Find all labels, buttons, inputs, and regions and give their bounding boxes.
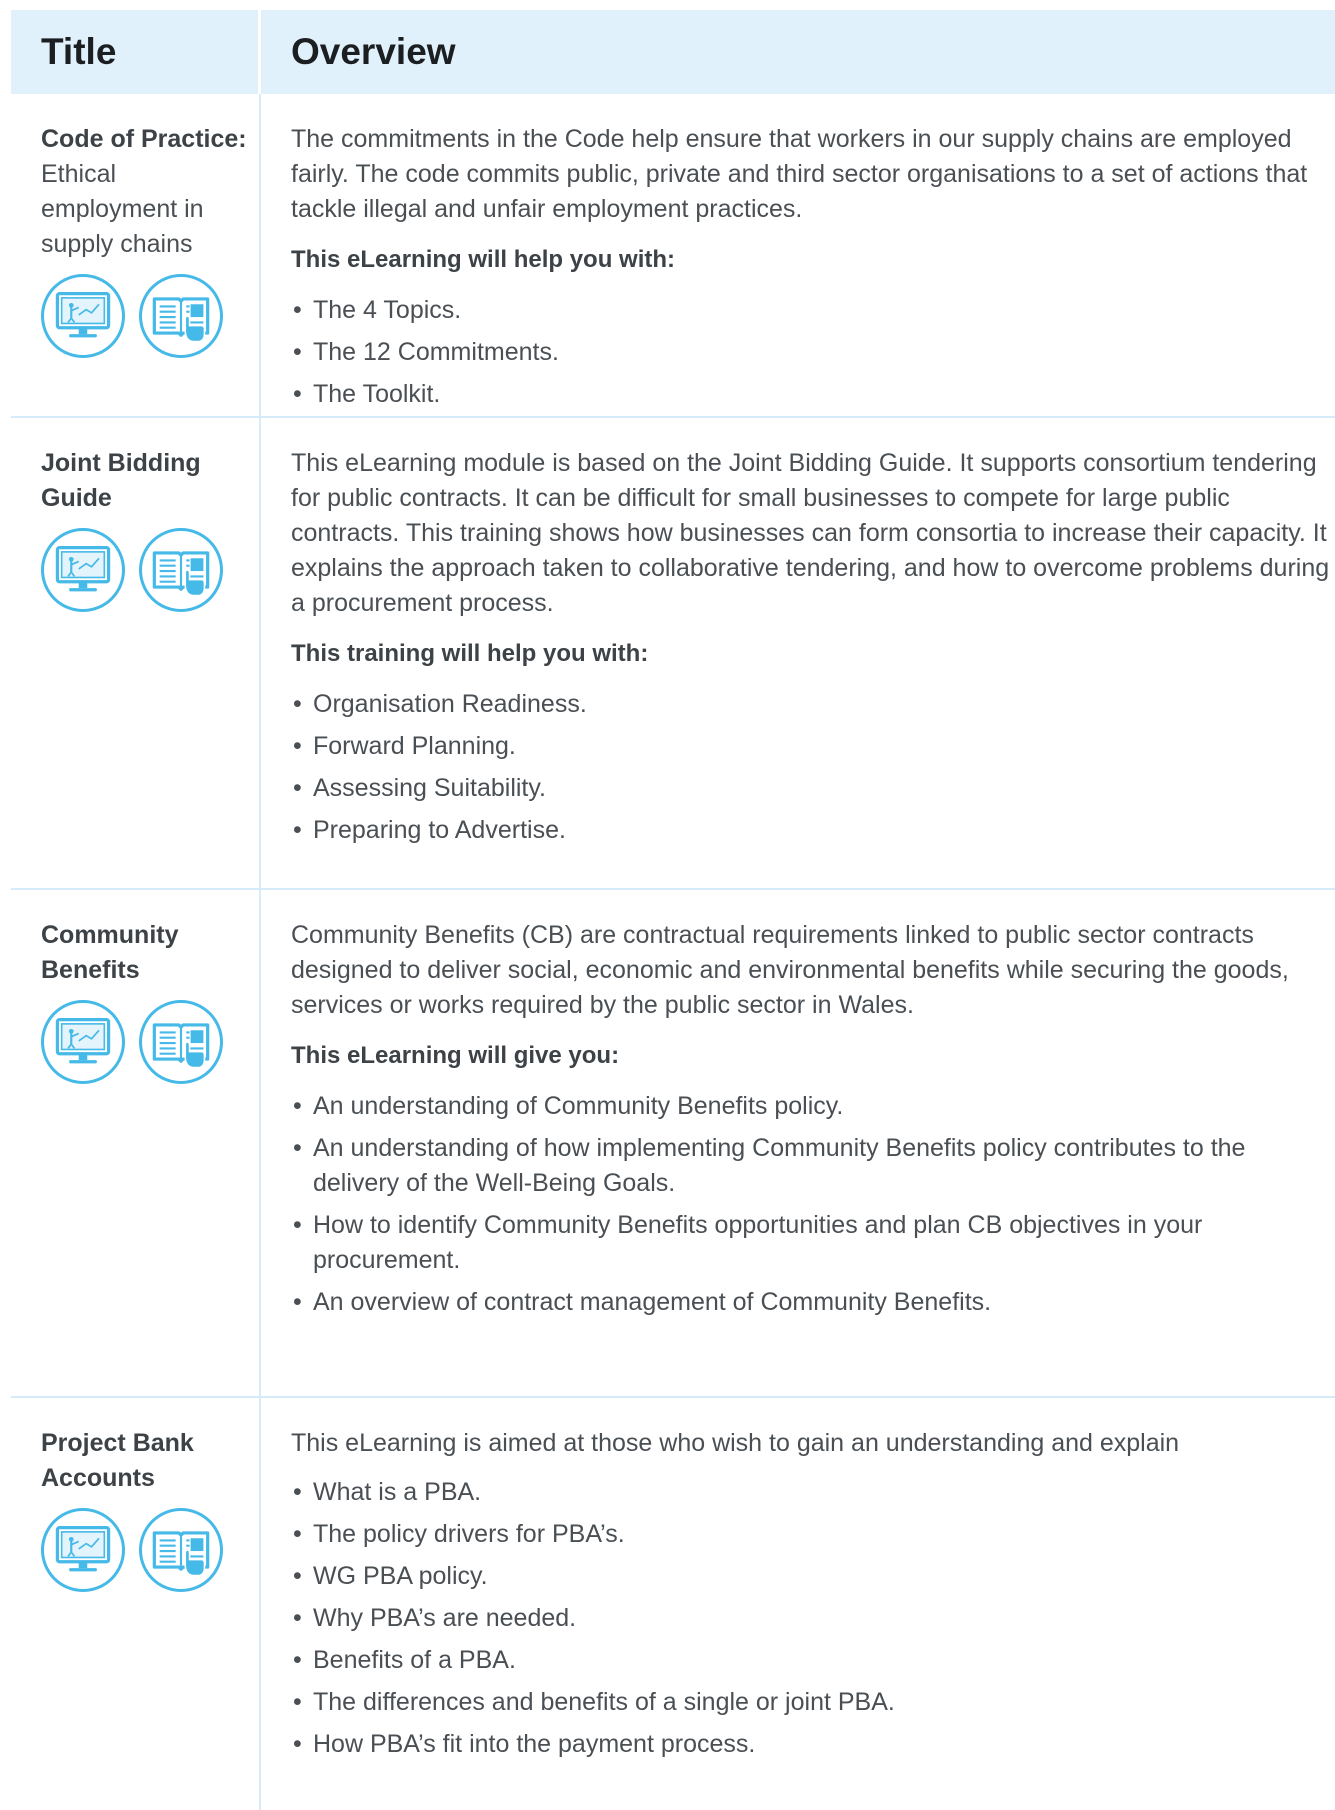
table-row: Code of Practice: Ethical employment in … xyxy=(11,94,1335,418)
row-icons xyxy=(41,1000,249,1084)
row-title-cell: Community Benefits xyxy=(11,890,261,1396)
row-description: This eLearning module is based on the Jo… xyxy=(291,449,1330,617)
row-overview-cell: This eLearning is aimed at those who wis… xyxy=(261,1398,1335,1810)
table-row: Project Bank Accounts This eLearning is … xyxy=(11,1398,1335,1810)
header-title-cell: Title xyxy=(11,10,261,94)
presentation-screen-icon xyxy=(41,274,125,358)
row-subtitle: Ethical employment in supply chains xyxy=(41,160,204,258)
presentation-screen-icon xyxy=(41,1508,125,1592)
row-lead: This eLearning will help you with: xyxy=(291,246,676,273)
row-lead: This eLearning will give you: xyxy=(291,1042,620,1069)
row-description: The commitments in the Code help ensure … xyxy=(291,125,1308,223)
presentation-screen-icon xyxy=(41,528,125,612)
list-item: The policy drivers for PBA’s. xyxy=(291,1517,1335,1552)
row-description: Community Benefits (CB) are contractual … xyxy=(291,921,1289,1019)
interactive-book-icon xyxy=(139,528,223,612)
list-item: Benefits of a PBA. xyxy=(291,1643,1335,1678)
interactive-book-icon xyxy=(139,1000,223,1084)
row-list: Organisation Readiness. Forward Planning… xyxy=(291,687,1335,848)
row-title-cell: Code of Practice: Ethical employment in … xyxy=(11,94,261,416)
list-item: Assessing Suitability. xyxy=(291,771,1335,806)
list-item: Preparing to Advertise. xyxy=(291,813,1335,848)
list-item: What is a PBA. xyxy=(291,1475,1335,1510)
row-list: The 4 Topics. The 12 Commitments. The To… xyxy=(291,293,1335,412)
interactive-book-icon xyxy=(139,1508,223,1592)
row-title-cell: Project Bank Accounts xyxy=(11,1398,261,1810)
header-overview: Overview xyxy=(291,31,456,72)
list-item: Forward Planning. xyxy=(291,729,1335,764)
list-item: An overview of contract management of Co… xyxy=(291,1285,1335,1320)
row-description: This eLearning is aimed at those who wis… xyxy=(291,1429,1180,1457)
table-header: Title Overview xyxy=(11,10,1335,94)
row-overview-cell: Community Benefits (CB) are contractual … xyxy=(261,890,1335,1396)
row-icons xyxy=(41,528,249,612)
presentation-screen-icon xyxy=(41,1000,125,1084)
row-title: Community Benefits xyxy=(41,921,179,984)
row-lead: This training will help you with: xyxy=(291,640,649,667)
list-item: The 4 Topics. xyxy=(291,293,1335,328)
list-item: The differences and benefits of a single… xyxy=(291,1685,1335,1720)
list-item: The 12 Commitments. xyxy=(291,335,1335,370)
list-item: The Toolkit. xyxy=(291,377,1335,412)
row-title: Joint Bidding Guide xyxy=(41,449,201,512)
header-title: Title xyxy=(41,31,117,72)
interactive-book-icon xyxy=(139,274,223,358)
list-item: WG PBA policy. xyxy=(291,1559,1335,1594)
row-list: What is a PBA. The policy drivers for PB… xyxy=(291,1475,1335,1762)
row-title-cell: Joint Bidding Guide xyxy=(11,418,261,888)
row-title: Code of Practice: xyxy=(41,125,247,153)
courses-table: Title Overview Code of Practice: Ethical… xyxy=(11,10,1335,1810)
header-overview-cell: Overview xyxy=(261,10,456,94)
row-icons xyxy=(41,274,249,358)
row-list: An understanding of Community Benefits p… xyxy=(291,1089,1335,1320)
row-title: Project Bank Accounts xyxy=(41,1429,194,1492)
list-item: Why PBA’s are needed. xyxy=(291,1601,1335,1636)
row-icons xyxy=(41,1508,249,1592)
table-row: Joint Bidding Guide This eLearning modul… xyxy=(11,418,1335,890)
list-item: How PBA’s fit into the payment process. xyxy=(291,1727,1335,1762)
list-item: How to identify Community Benefits oppor… xyxy=(291,1208,1335,1278)
list-item: Organisation Readiness. xyxy=(291,687,1335,722)
list-item: An understanding of how implementing Com… xyxy=(291,1131,1335,1201)
table-row: Community Benefits Community Benefits (C… xyxy=(11,890,1335,1398)
row-overview-cell: The commitments in the Code help ensure … xyxy=(261,94,1335,416)
row-overview-cell: This eLearning module is based on the Jo… xyxy=(261,418,1335,888)
list-item: An understanding of Community Benefits p… xyxy=(291,1089,1335,1124)
